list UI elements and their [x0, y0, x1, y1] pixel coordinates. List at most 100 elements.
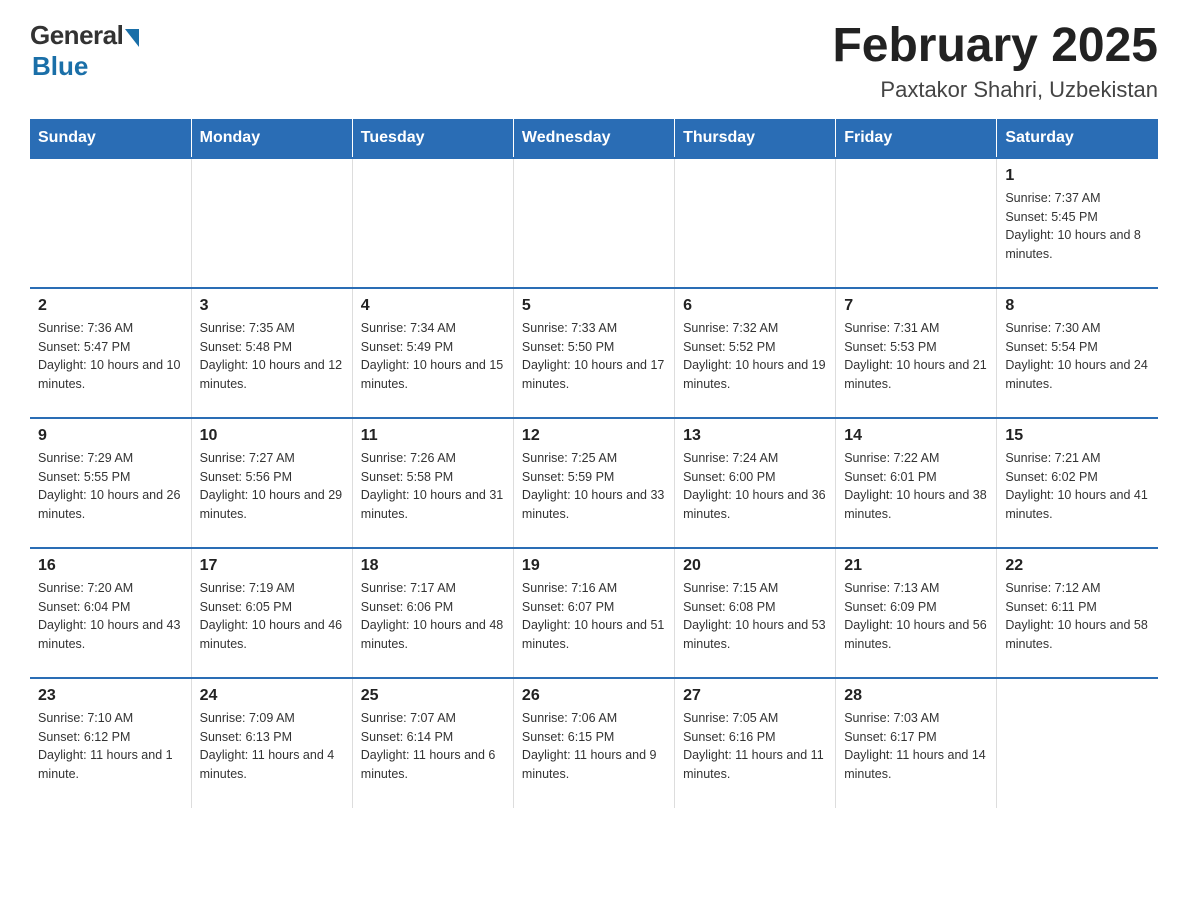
- calendar-day-cell: 1 Sunrise: 7:37 AM Sunset: 5:45 PM Daylig…: [997, 158, 1158, 288]
- calendar-day-cell: 8 Sunrise: 7:30 AM Sunset: 5:54 PM Daylig…: [997, 288, 1158, 418]
- calendar-day-cell: 14 Sunrise: 7:22 AM Sunset: 6:01 PM Dayli…: [836, 418, 997, 548]
- day-info: Sunrise: 7:10 AM Sunset: 6:12 PM Dayligh…: [38, 709, 183, 784]
- calendar-week-row: 9 Sunrise: 7:29 AM Sunset: 5:55 PM Daylig…: [30, 418, 1158, 548]
- calendar-day-cell: 5 Sunrise: 7:33 AM Sunset: 5:50 PM Daylig…: [513, 288, 674, 418]
- calendar-day-cell: 22 Sunrise: 7:12 AM Sunset: 6:11 PM Dayli…: [997, 548, 1158, 678]
- day-of-week-header: Thursday: [675, 119, 836, 158]
- day-number: 3: [200, 297, 344, 315]
- calendar-day-cell: 6 Sunrise: 7:32 AM Sunset: 5:52 PM Daylig…: [675, 288, 836, 418]
- day-number: 27: [683, 687, 827, 705]
- location-title: Paxtakor Shahri, Uzbekistan: [832, 77, 1158, 103]
- calendar-day-cell: 10 Sunrise: 7:27 AM Sunset: 5:56 PM Dayli…: [191, 418, 352, 548]
- day-number: 4: [361, 297, 505, 315]
- day-info: Sunrise: 7:31 AM Sunset: 5:53 PM Dayligh…: [844, 319, 988, 394]
- day-number: 23: [38, 687, 183, 705]
- day-number: 9: [38, 427, 183, 445]
- day-number: 10: [200, 427, 344, 445]
- day-info: Sunrise: 7:37 AM Sunset: 5:45 PM Dayligh…: [1005, 189, 1150, 264]
- day-number: 15: [1005, 427, 1150, 445]
- day-number: 11: [361, 427, 505, 445]
- calendar-day-cell: [675, 158, 836, 288]
- calendar-header: SundayMondayTuesdayWednesdayThursdayFrid…: [30, 119, 1158, 158]
- day-number: 22: [1005, 557, 1150, 575]
- calendar-day-cell: 16Sunrise: 7:20 AM Sunset: 6:04 PM Dayli…: [30, 548, 191, 678]
- calendar-day-cell: 25 Sunrise: 7:07 AM Sunset: 6:14 PM Dayli…: [352, 678, 513, 808]
- calendar-week-row: 1 Sunrise: 7:37 AM Sunset: 5:45 PM Daylig…: [30, 158, 1158, 288]
- day-info: Sunrise: 7:30 AM Sunset: 5:54 PM Dayligh…: [1005, 319, 1150, 394]
- calendar-day-cell: [352, 158, 513, 288]
- calendar-day-cell: [836, 158, 997, 288]
- day-info: Sunrise: 7:21 AM Sunset: 6:02 PM Dayligh…: [1005, 449, 1150, 524]
- calendar-day-cell: [191, 158, 352, 288]
- day-number: 12: [522, 427, 666, 445]
- day-info: Sunrise: 7:16 AM Sunset: 6:07 PM Dayligh…: [522, 579, 666, 654]
- calendar-day-cell: 20 Sunrise: 7:15 AM Sunset: 6:08 PM Dayli…: [675, 548, 836, 678]
- day-info: Sunrise: 7:24 AM Sunset: 6:00 PM Dayligh…: [683, 449, 827, 524]
- day-info: Sunrise: 7:07 AM Sunset: 6:14 PM Dayligh…: [361, 709, 505, 784]
- day-number: 5: [522, 297, 666, 315]
- calendar-day-cell: 2 Sunrise: 7:36 AM Sunset: 5:47 PM Daylig…: [30, 288, 191, 418]
- day-number: 20: [683, 557, 827, 575]
- calendar-day-cell: [513, 158, 674, 288]
- day-info: Sunrise: 7:29 AM Sunset: 5:55 PM Dayligh…: [38, 449, 183, 524]
- day-info: Sunrise: 7:22 AM Sunset: 6:01 PM Dayligh…: [844, 449, 988, 524]
- day-number: 8: [1005, 297, 1150, 315]
- day-info: Sunrise: 7:34 AM Sunset: 5:49 PM Dayligh…: [361, 319, 505, 394]
- calendar-day-cell: 24Sunrise: 7:09 AM Sunset: 6:13 PM Dayli…: [191, 678, 352, 808]
- calendar-day-cell: 18Sunrise: 7:17 AM Sunset: 6:06 PM Dayli…: [352, 548, 513, 678]
- calendar-day-cell: 7Sunrise: 7:31 AM Sunset: 5:53 PM Daylig…: [836, 288, 997, 418]
- calendar-body: 1 Sunrise: 7:37 AM Sunset: 5:45 PM Daylig…: [30, 158, 1158, 808]
- calendar-day-cell: [997, 678, 1158, 808]
- day-info: Sunrise: 7:12 AM Sunset: 6:11 PM Dayligh…: [1005, 579, 1150, 654]
- day-info: Sunrise: 7:25 AM Sunset: 5:59 PM Dayligh…: [522, 449, 666, 524]
- calendar-week-row: 16Sunrise: 7:20 AM Sunset: 6:04 PM Dayli…: [30, 548, 1158, 678]
- day-number: 17: [200, 557, 344, 575]
- calendar-day-cell: [30, 158, 191, 288]
- day-number: 2: [38, 297, 183, 315]
- day-number: 13: [683, 427, 827, 445]
- calendar-day-cell: 26 Sunrise: 7:06 AM Sunset: 6:15 PM Dayli…: [513, 678, 674, 808]
- calendar-day-cell: 27 Sunrise: 7:05 AM Sunset: 6:16 PM Dayli…: [675, 678, 836, 808]
- day-info: Sunrise: 7:15 AM Sunset: 6:08 PM Dayligh…: [683, 579, 827, 654]
- day-number: 14: [844, 427, 988, 445]
- calendar-week-row: 23 Sunrise: 7:10 AM Sunset: 6:12 PM Dayli…: [30, 678, 1158, 808]
- calendar-day-cell: 28Sunrise: 7:03 AM Sunset: 6:17 PM Dayli…: [836, 678, 997, 808]
- calendar-day-cell: 13 Sunrise: 7:24 AM Sunset: 6:00 PM Dayli…: [675, 418, 836, 548]
- day-number: 21: [844, 557, 988, 575]
- day-info: Sunrise: 7:27 AM Sunset: 5:56 PM Dayligh…: [200, 449, 344, 524]
- month-title: February 2025: [832, 20, 1158, 73]
- day-of-week-header: Saturday: [997, 119, 1158, 158]
- calendar-day-cell: 11 Sunrise: 7:26 AM Sunset: 5:58 PM Dayli…: [352, 418, 513, 548]
- calendar-table: SundayMondayTuesdayWednesdayThursdayFrid…: [30, 119, 1158, 808]
- day-info: Sunrise: 7:33 AM Sunset: 5:50 PM Dayligh…: [522, 319, 666, 394]
- calendar-day-cell: 19 Sunrise: 7:16 AM Sunset: 6:07 PM Dayli…: [513, 548, 674, 678]
- day-of-week-header: Friday: [836, 119, 997, 158]
- calendar-day-cell: 21Sunrise: 7:13 AM Sunset: 6:09 PM Dayli…: [836, 548, 997, 678]
- calendar-day-cell: 4 Sunrise: 7:34 AM Sunset: 5:49 PM Daylig…: [352, 288, 513, 418]
- day-info: Sunrise: 7:06 AM Sunset: 6:15 PM Dayligh…: [522, 709, 666, 784]
- day-number: 6: [683, 297, 827, 315]
- day-info: Sunrise: 7:20 AM Sunset: 6:04 PM Dayligh…: [38, 579, 183, 654]
- calendar-day-cell: 12 Sunrise: 7:25 AM Sunset: 5:59 PM Dayli…: [513, 418, 674, 548]
- page-header: General Blue February 2025 Paxtakor Shah…: [30, 20, 1158, 103]
- day-number: 26: [522, 687, 666, 705]
- day-of-week-header: Wednesday: [513, 119, 674, 158]
- day-of-week-header: Sunday: [30, 119, 191, 158]
- day-number: 25: [361, 687, 505, 705]
- calendar-day-cell: 23 Sunrise: 7:10 AM Sunset: 6:12 PM Dayli…: [30, 678, 191, 808]
- day-info: Sunrise: 7:05 AM Sunset: 6:16 PM Dayligh…: [683, 709, 827, 784]
- day-info: Sunrise: 7:36 AM Sunset: 5:47 PM Dayligh…: [38, 319, 183, 394]
- day-info: Sunrise: 7:09 AM Sunset: 6:13 PM Dayligh…: [200, 709, 344, 784]
- title-section: February 2025 Paxtakor Shahri, Uzbekista…: [832, 20, 1158, 103]
- day-of-week-header: Tuesday: [352, 119, 513, 158]
- day-number: 18: [361, 557, 505, 575]
- calendar-header-row: SundayMondayTuesdayWednesdayThursdayFrid…: [30, 119, 1158, 158]
- calendar-day-cell: 17Sunrise: 7:19 AM Sunset: 6:05 PM Dayli…: [191, 548, 352, 678]
- day-info: Sunrise: 7:26 AM Sunset: 5:58 PM Dayligh…: [361, 449, 505, 524]
- logo-arrow-icon: [125, 29, 139, 47]
- calendar-week-row: 2 Sunrise: 7:36 AM Sunset: 5:47 PM Daylig…: [30, 288, 1158, 418]
- day-number: 19: [522, 557, 666, 575]
- day-number: 1: [1005, 167, 1150, 185]
- day-info: Sunrise: 7:32 AM Sunset: 5:52 PM Dayligh…: [683, 319, 827, 394]
- logo-blue-text: Blue: [32, 51, 88, 82]
